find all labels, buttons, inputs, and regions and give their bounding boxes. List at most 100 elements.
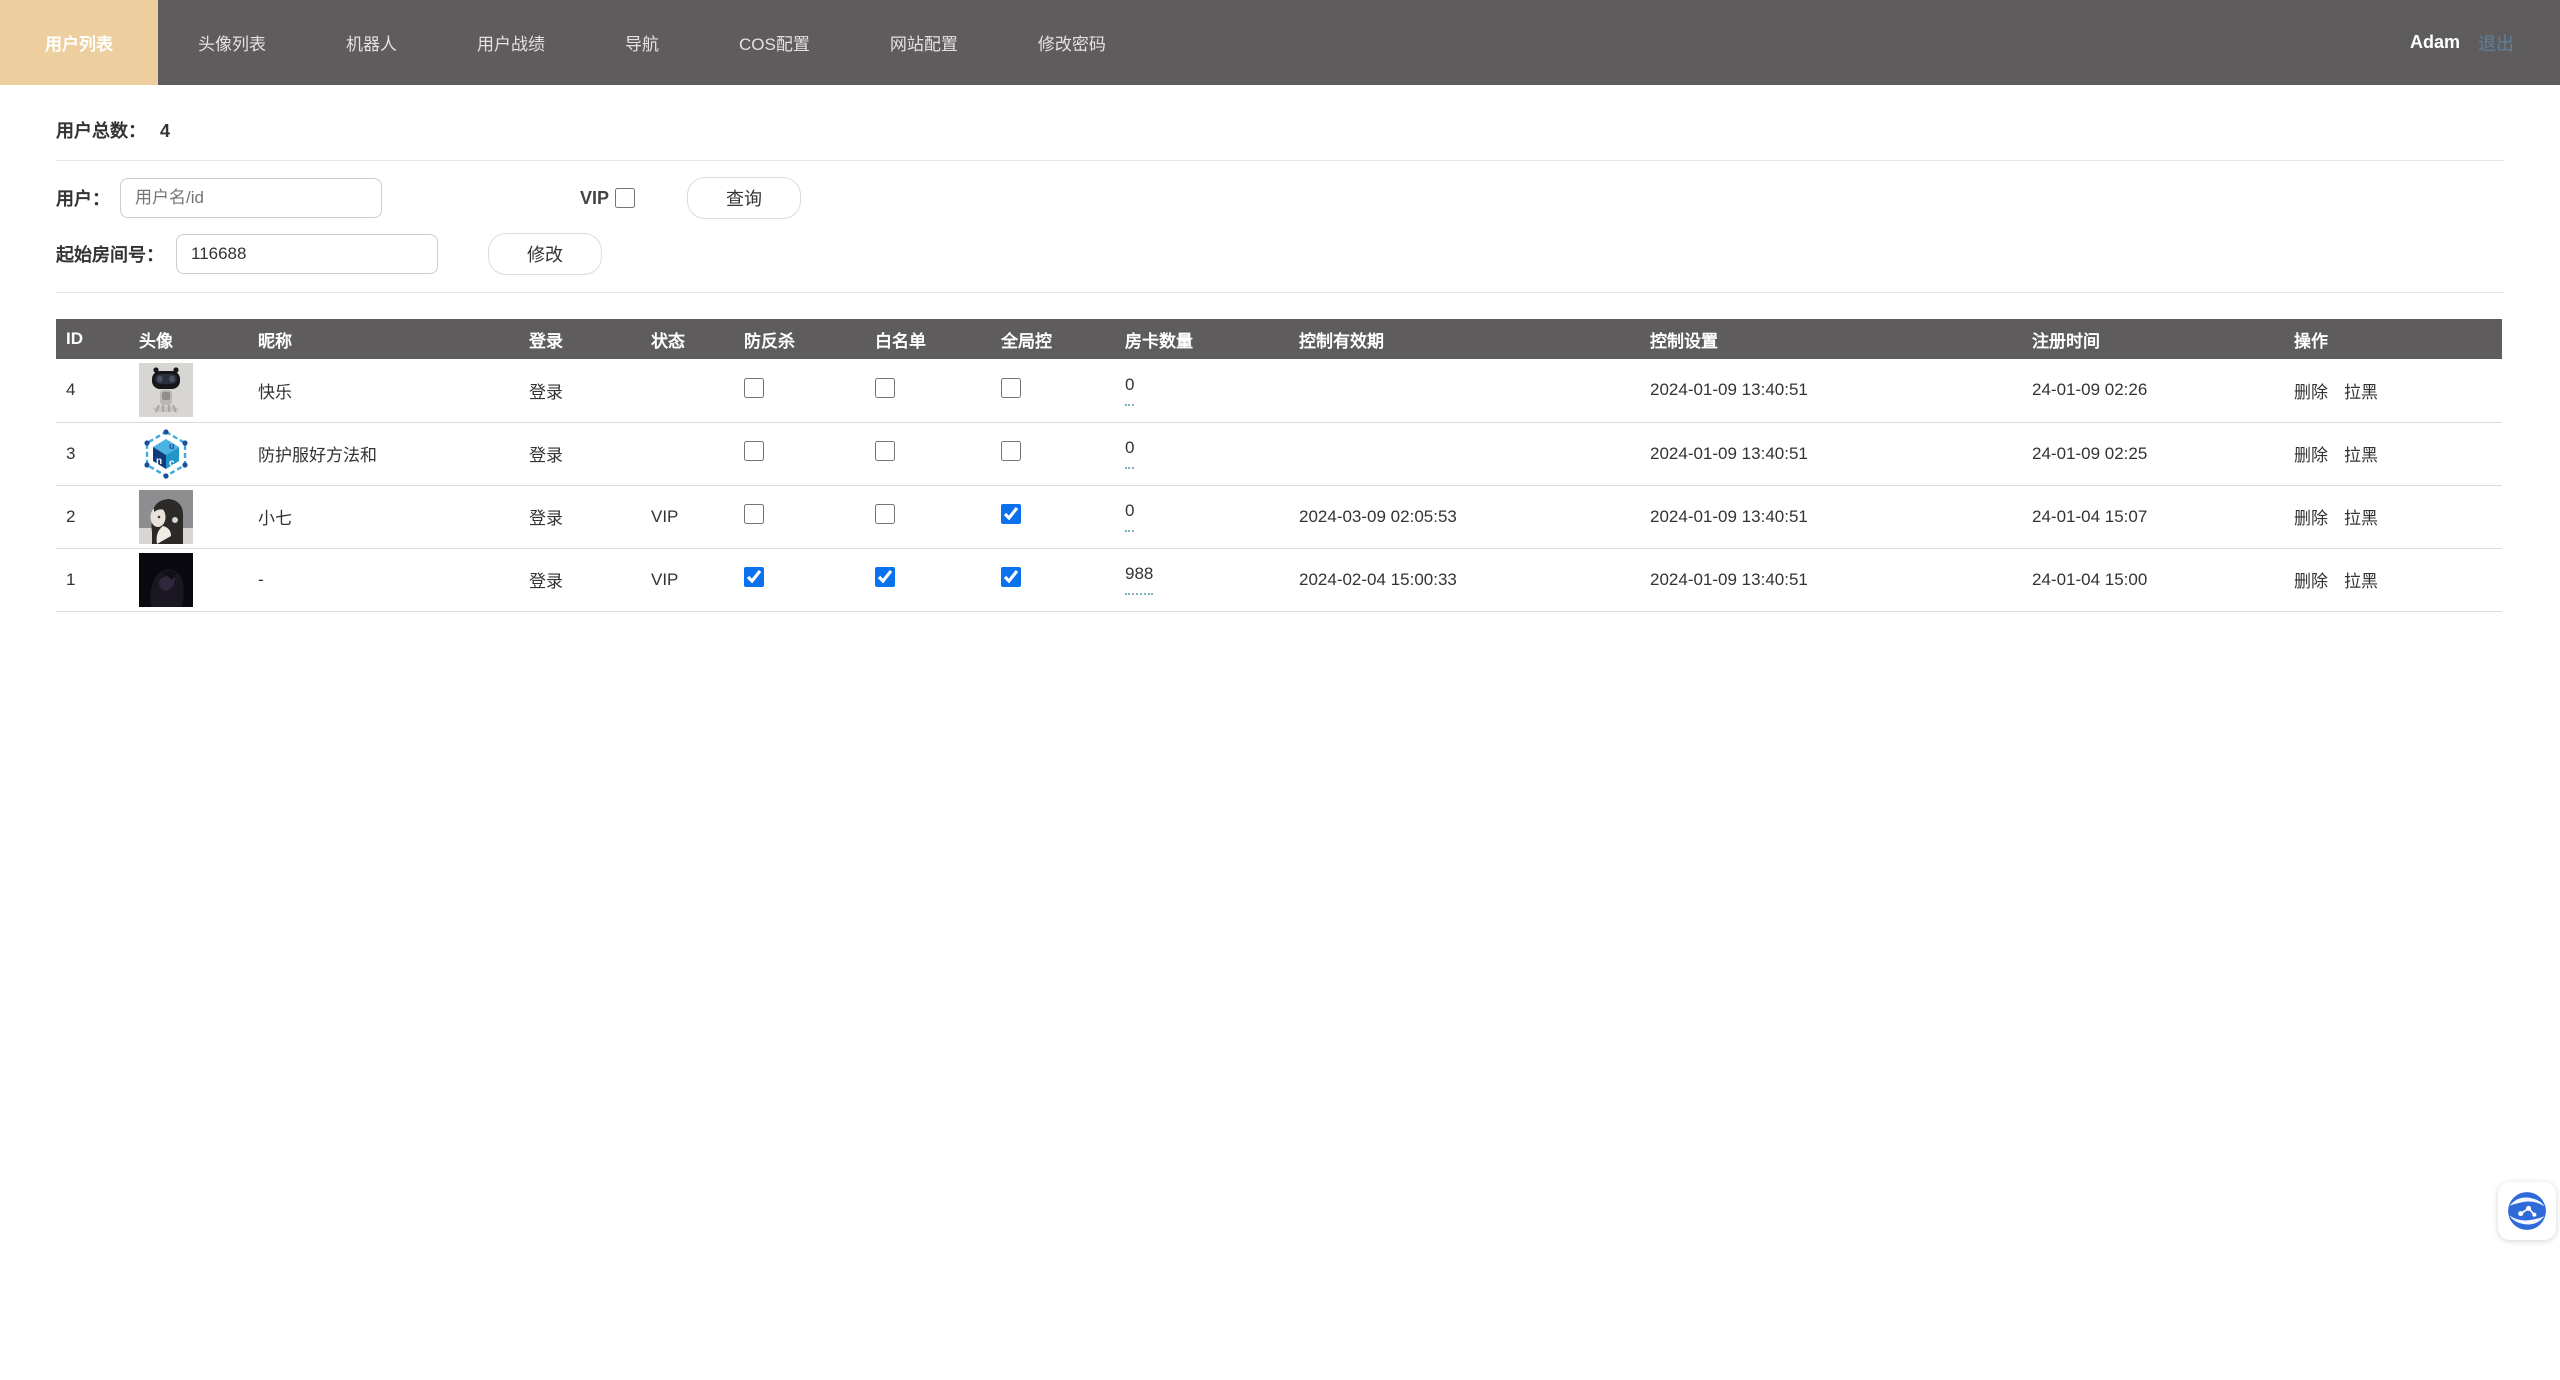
cell-nickname: 快乐 (250, 359, 521, 422)
blacklist-link[interactable]: 拉黑 (2344, 446, 2378, 465)
whitelist-checkbox[interactable] (875, 441, 895, 461)
col-register-time: 注册时间 (2024, 319, 2286, 359)
modify-button[interactable]: 修改 (488, 233, 602, 275)
col-anti-kill: 防反杀 (736, 319, 867, 359)
table-row: 3 n c u 防护服好 (56, 422, 2502, 485)
table-header-row: ID 头像 昵称 登录 状态 防反杀 白名单 全局控 房卡数量 控制有效期 控制… (56, 319, 2502, 359)
user-search-input[interactable] (120, 178, 382, 218)
vip-filter-label: VIP (580, 188, 609, 209)
cell-register-time: 24-01-04 15:00 (2024, 548, 2286, 611)
table-row: 4 快乐 登录 (56, 359, 2502, 422)
col-whitelist: 白名单 (867, 319, 993, 359)
col-status: 状态 (643, 319, 736, 359)
cell-id: 2 (56, 485, 131, 548)
room-number-label: 起始房间号： (56, 241, 164, 267)
user-table: ID 头像 昵称 登录 状态 防反杀 白名单 全局控 房卡数量 控制有效期 控制… (56, 319, 2502, 612)
cell-control-setting: 2024-01-09 13:40:51 (1642, 359, 2024, 422)
main-content: 用户总数： 4 用户： VIP 查询 起始房间号： 修改 ID 头像 昵称 登录 (0, 117, 2560, 612)
tab-robots[interactable]: 机器人 (306, 0, 437, 85)
login-link[interactable]: 登录 (529, 383, 563, 402)
dotted-underline (1125, 593, 1153, 595)
vip-filter-checkbox[interactable] (615, 188, 635, 208)
col-avatar: 头像 (131, 319, 250, 359)
blacklist-link[interactable]: 拉黑 (2344, 383, 2378, 402)
robot-avatar (139, 363, 193, 417)
login-link[interactable]: 登录 (529, 509, 563, 528)
col-control-setting: 控制设置 (1642, 319, 2024, 359)
card-count-editable[interactable]: 0 (1125, 438, 1134, 469)
tab-change-password[interactable]: 修改密码 (998, 0, 1146, 85)
cell-status: VIP (643, 485, 736, 548)
login-link[interactable]: 登录 (529, 572, 563, 591)
delete-link[interactable]: 删除 (2294, 446, 2328, 465)
login-link[interactable]: 登录 (529, 446, 563, 465)
whitelist-checkbox[interactable] (875, 504, 895, 524)
delete-link[interactable]: 删除 (2294, 572, 2328, 591)
cell-nickname: - (250, 548, 521, 611)
col-id: ID (56, 319, 131, 359)
anime-girl-avatar (139, 490, 193, 544)
logout-link[interactable]: 退出 (2478, 30, 2514, 56)
col-global-control: 全局控 (993, 319, 1117, 359)
table-row: 2 小七 登录 VIP (56, 485, 2502, 548)
cell-status: VIP (643, 548, 736, 611)
tab-site-config[interactable]: 网站配置 (850, 0, 998, 85)
col-nickname: 昵称 (250, 319, 521, 359)
svg-text:u: u (169, 441, 175, 451)
tab-cos-config[interactable]: COS配置 (699, 0, 850, 85)
card-count-editable[interactable]: 988 (1125, 564, 1153, 595)
cube-logo-avatar: n c u (139, 427, 193, 481)
divider (56, 292, 2504, 293)
cell-control-setting: 2024-01-09 13:40:51 (1642, 548, 2024, 611)
svg-text:c: c (169, 458, 175, 469)
room-number-input[interactable] (176, 234, 438, 274)
cell-status (643, 359, 736, 422)
user-total-value: 4 (160, 121, 170, 141)
user-filter-row: 用户： VIP 查询 (56, 176, 2504, 220)
whitelist-checkbox[interactable] (875, 567, 895, 587)
anti-kill-checkbox[interactable] (744, 504, 764, 524)
anti-kill-checkbox[interactable] (744, 441, 764, 461)
card-count-editable[interactable]: 0 (1125, 501, 1134, 532)
col-login: 登录 (521, 319, 643, 359)
user-total-label: 用户总数： (56, 121, 146, 141)
cell-register-time: 24-01-09 02:26 (2024, 359, 2286, 422)
svg-text:n: n (156, 456, 162, 467)
dotted-underline (1125, 530, 1134, 532)
col-card-count: 房卡数量 (1117, 319, 1291, 359)
table-row: 1 - 登录 VIP 988 2024-02-04 15:00:33 (56, 548, 2502, 611)
col-actions: 操作 (2286, 319, 2502, 359)
whitelist-checkbox[interactable] (875, 378, 895, 398)
divider (56, 160, 2504, 161)
dark-portrait-avatar (139, 553, 193, 607)
global-control-checkbox[interactable] (1001, 378, 1021, 398)
anti-kill-checkbox[interactable] (744, 378, 764, 398)
tab-user-list[interactable]: 用户列表 (0, 0, 158, 85)
tab-navigation[interactable]: 导航 (585, 0, 699, 85)
query-button[interactable]: 查询 (687, 177, 801, 219)
cell-control-expiry: 2024-02-04 15:00:33 (1291, 548, 1642, 611)
top-nav: 用户列表 头像列表 机器人 用户战绩 导航 COS配置 网站配置 修改密码 Ad… (0, 0, 2560, 85)
delete-link[interactable]: 删除 (2294, 383, 2328, 402)
tab-avatar-list[interactable]: 头像列表 (158, 0, 306, 85)
tab-user-records[interactable]: 用户战绩 (437, 0, 585, 85)
blacklist-link[interactable]: 拉黑 (2344, 509, 2378, 528)
cell-nickname: 小七 (250, 485, 521, 548)
dotted-underline (1125, 404, 1134, 406)
cell-id: 1 (56, 548, 131, 611)
translate-widget-button[interactable] (2498, 1182, 2556, 1240)
cell-nickname: 防护服好方法和 (250, 422, 521, 485)
card-count-editable[interactable]: 0 (1125, 375, 1134, 406)
delete-link[interactable]: 删除 (2294, 509, 2328, 528)
cell-id: 4 (56, 359, 131, 422)
global-control-checkbox[interactable] (1001, 567, 1021, 587)
cell-register-time: 24-01-09 02:25 (2024, 422, 2286, 485)
blacklist-link[interactable]: 拉黑 (2344, 572, 2378, 591)
translate-icon (2506, 1190, 2548, 1232)
dotted-underline (1125, 467, 1134, 469)
global-control-checkbox[interactable] (1001, 441, 1021, 461)
user-total: 用户总数： 4 (56, 117, 2504, 143)
global-control-checkbox[interactable] (1001, 504, 1021, 524)
anti-kill-checkbox[interactable] (744, 567, 764, 587)
room-number-row: 起始房间号： 修改 (56, 232, 2504, 276)
